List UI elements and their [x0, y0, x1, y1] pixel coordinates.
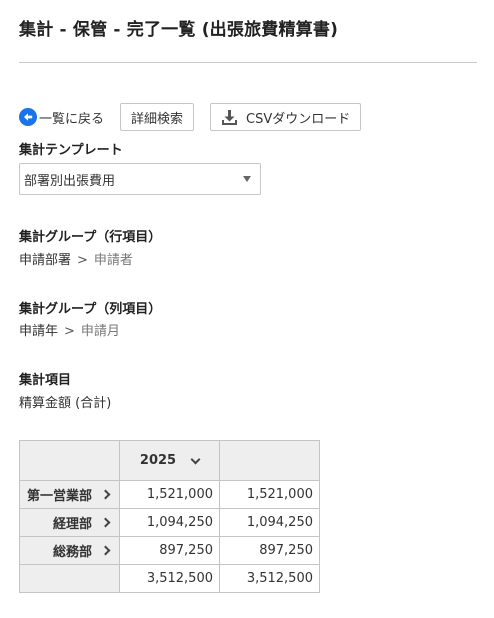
- total-cell-grand: 3,512,500: [219, 564, 320, 593]
- total-cell-value: 3,512,500: [119, 564, 220, 593]
- row-header-label: 総務部: [52, 545, 92, 560]
- item-label: 集計項目: [19, 373, 72, 388]
- back-to-list-link[interactable]: 一覧に戻る: [19, 108, 104, 127]
- template-label: 集計テンプレート: [19, 143, 123, 158]
- csv-download-label: CSVダウンロード: [246, 111, 351, 127]
- row-header-label: 経理部: [52, 517, 92, 532]
- caret-down-icon: [243, 176, 251, 182]
- col-group-value: 申請年 > 申請月: [19, 320, 120, 339]
- chevron-down-icon: [190, 454, 201, 464]
- col-group-label: 集計グループ（列項目）: [19, 302, 162, 317]
- col-group-first: 申請年: [19, 324, 59, 339]
- col-group-second: 申請月: [80, 324, 120, 339]
- table-cell-total: 897,250: [219, 536, 320, 565]
- row-group-second: 申請者: [93, 253, 133, 268]
- template-select-value: 部署別出張費用: [24, 173, 116, 189]
- table-header-row: 2025: [19, 440, 320, 481]
- item-value: 精算金額 (合計): [19, 396, 112, 411]
- column-header-label: 2025: [139, 453, 177, 468]
- table-total-row: 3,512,500 3,512,500: [19, 564, 320, 593]
- row-header-dept[interactable]: 経理部: [19, 508, 120, 537]
- table-cell-total: 1,521,000: [219, 480, 320, 509]
- chevron-right-icon: [100, 489, 111, 500]
- row-header-dept[interactable]: 総務部: [19, 536, 120, 565]
- table-cell-value: 1,094,250: [119, 508, 220, 537]
- table-cell-total: 1,094,250: [219, 508, 320, 537]
- row-header-dept[interactable]: 第一営業部: [19, 480, 120, 509]
- corner-cell: [19, 440, 120, 481]
- table-cell-value: 897,250: [119, 536, 220, 565]
- row-group-value: 申請部署 > 申請者: [19, 249, 133, 268]
- table-row: 経理部 1,094,250 1,094,250: [19, 508, 320, 537]
- pivot-table: 2025 第一営業部 1,521,000 1,521,000 経理部 1,094…: [19, 440, 320, 593]
- column-header-empty: [219, 440, 320, 481]
- csv-download-button[interactable]: CSVダウンロード: [210, 103, 362, 131]
- back-to-list-label: 一覧に戻る: [39, 111, 105, 127]
- total-row-header: [19, 564, 120, 593]
- chevron-right-icon: [100, 545, 111, 556]
- row-group-first: 申請部署: [19, 253, 72, 268]
- toolbar: 一覧に戻る 詳細検索 CSVダウンロード: [19, 103, 362, 131]
- table-cell-value: 1,521,000: [119, 480, 220, 509]
- arrow-left-circle-icon: [19, 108, 37, 126]
- row-group-label: 集計グループ（行項目）: [19, 230, 162, 245]
- table-row: 総務部 897,250 897,250: [19, 536, 320, 565]
- download-icon: [221, 109, 238, 126]
- page-title: 集計 - 保管 - 完了一覧 (出張旅費精算書): [19, 20, 339, 40]
- template-select[interactable]: 部署別出張費用: [19, 163, 261, 195]
- title-divider: [19, 62, 477, 63]
- column-header-2025[interactable]: 2025: [119, 440, 220, 481]
- table-row: 第一営業部 1,521,000 1,521,000: [19, 480, 320, 509]
- chevron-right-icon: [100, 517, 111, 528]
- advanced-search-button[interactable]: 詳細検索: [120, 103, 195, 131]
- row-header-label: 第一営業部: [26, 489, 92, 504]
- col-group-separator: >: [64, 324, 75, 339]
- row-group-separator: >: [77, 253, 88, 268]
